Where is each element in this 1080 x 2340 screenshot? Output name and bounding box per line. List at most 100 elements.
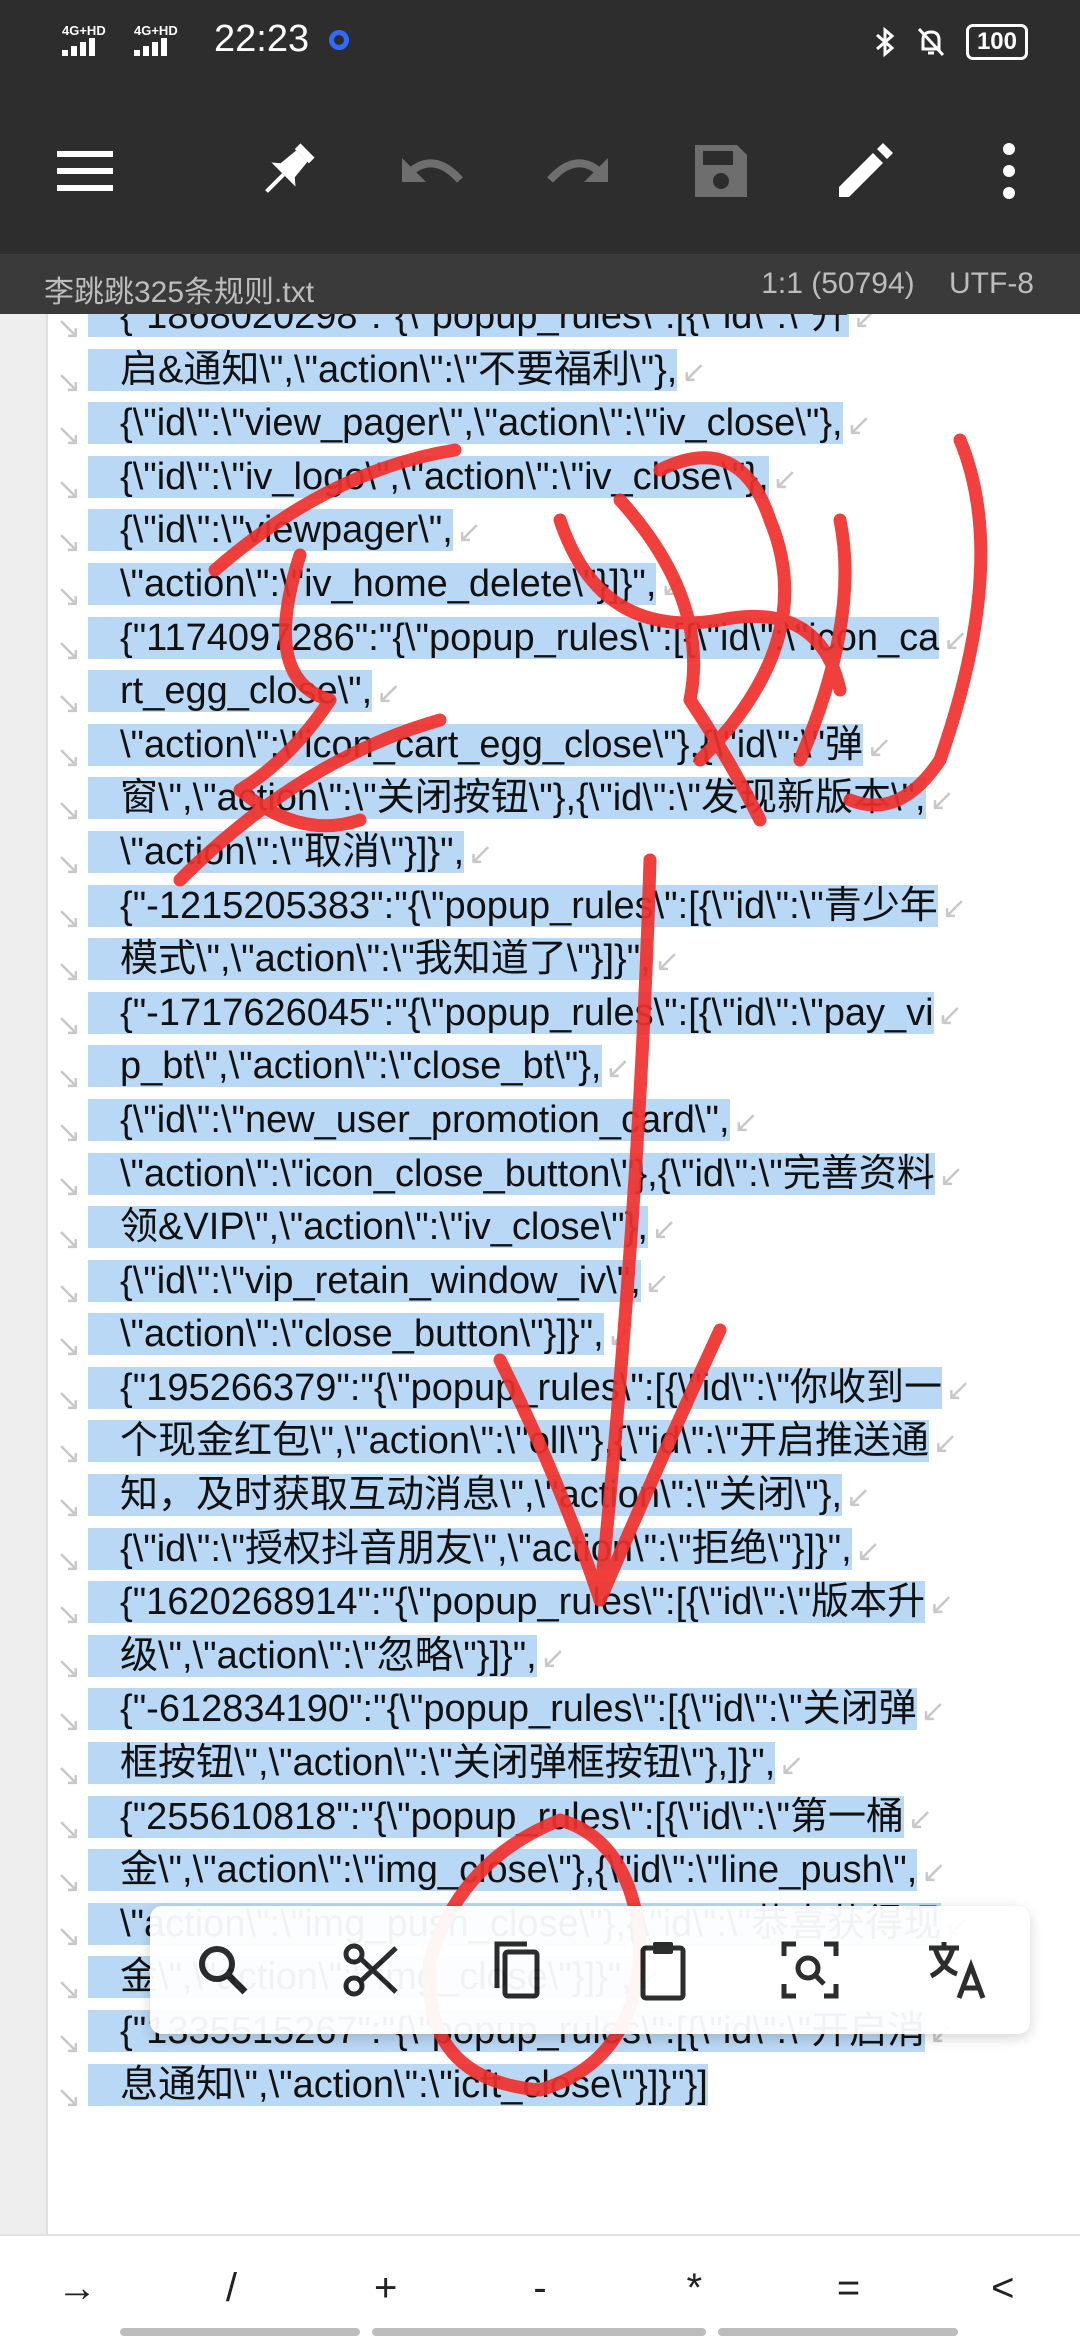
edit-button[interactable] <box>820 126 910 216</box>
symbol-key[interactable]: * <box>639 2266 749 2311</box>
line-text: {\"id\":\"vip_retain_window_iv\", <box>88 1259 641 1302</box>
line-text: 领&VIP\",\"action\":\"iv_close\"}, <box>88 1206 648 1249</box>
status-left: 4G+HD 4G+HD 22:23 <box>62 18 350 61</box>
cut-icon <box>343 1943 398 1997</box>
editor-line[interactable]: ↘ 领&VIP\",\"action\":\"iv_close\"}, ↙ <box>56 1201 1066 1256</box>
bluetooth-icon <box>875 26 895 58</box>
editor-line[interactable]: ↘ {\"id\":\"new_user_promotion_card\", ↙ <box>56 1094 1066 1149</box>
editor-line[interactable]: ↘ \"action\":\"icon_cart_egg_close\"},{\"… <box>56 719 1066 774</box>
editor-line[interactable]: ↘ {"-612834190":"{\"popup_rules\":[{\"id\… <box>56 1683 1066 1738</box>
editor-line[interactable]: ↘ \"action\":\"iv_home_delete\"}]}", ↙ <box>56 558 1066 613</box>
wrap-marker-icon: ↙ <box>654 945 680 979</box>
search-button[interactable] <box>183 1930 263 2010</box>
line-text: {\"id\":\"view_pager\",\"action\":\"iv_c… <box>88 402 843 445</box>
line-text: 息通知\",\"action\":\"icft_close\"}]}"}] <box>88 2063 708 2106</box>
editor-line[interactable]: ↘ {"255610818":"{\"popup_rules\":[{\"id\"… <box>56 1791 1066 1846</box>
wrap-marker-icon: ↘ <box>56 2080 82 2114</box>
redo-button[interactable] <box>532 126 622 216</box>
editor-line[interactable]: ↘ {\"id\":\"viewpager\", ↙ <box>56 504 1066 559</box>
editor-line[interactable]: ↘ {\"id\":\"iv_logo\",\"action\":\"iv_clo… <box>56 451 1066 506</box>
pin-button[interactable] <box>242 126 332 216</box>
wrap-marker-icon: ↙ <box>941 891 967 925</box>
line-text: 窗\",\"action\":\"关闭按钮\"},{\"id\":\"发现新版本… <box>88 777 926 820</box>
line-text: 框按钮\",\"action\":\"关闭弹框按钮\"},]}", <box>88 1742 776 1785</box>
line-text: \"action\":\"iv_home_delete\"}]}", <box>88 562 657 605</box>
line-text: {\"id\":\"new_user_promotion_card\", <box>88 1098 730 1141</box>
symbol-key[interactable]: → <box>22 2266 132 2311</box>
wrap-marker-icon: ↙ <box>943 623 969 657</box>
editor-line[interactable]: ↘ 息通知\",\"action\":\"icft_close\"}]}"}] <box>56 2059 1066 2114</box>
editor-line[interactable]: ↘ \"action\":\"取消\"}]}", ↙ <box>56 826 1066 881</box>
wrap-marker-icon: ↙ <box>605 1052 631 1086</box>
signal-bars-icon <box>62 37 120 56</box>
editor-line[interactable]: ↘ {"1868020298":"{\"popup_rules\":[{\"id\… <box>56 314 1066 345</box>
line-text: 个现金红包\",\"action\":\"oll\"},{\"id\":\"开启… <box>88 1420 929 1463</box>
symbol-key[interactable]: < <box>948 2266 1058 2311</box>
file-encoding[interactable]: UTF-8 <box>949 267 1034 300</box>
editor-line[interactable]: ↘ 级\",\"action\":\"忽略\"}]}", ↙ <box>56 1630 1066 1685</box>
symbol-key[interactable]: = <box>794 2266 904 2311</box>
editor-line[interactable]: ↘ {"1174097286":"{\"popup_rules\":[{\"id\… <box>56 612 1066 667</box>
symbol-key[interactable]: / <box>176 2266 286 2311</box>
editor-line[interactable]: ↘ p_bt\",\"action\":\"close_bt\"}, ↙ <box>56 1040 1066 1095</box>
editor-line[interactable]: ↘ rt_egg_close\", ↙ <box>56 665 1066 720</box>
editor-line[interactable]: ↘ 知，及时获取互动消息\",\"action\":\"关闭\"}, ↙ <box>56 1469 1066 1524</box>
undo-button[interactable] <box>388 126 478 216</box>
paste-button[interactable] <box>623 1930 703 2010</box>
line-text: {"-612834190":"{\"popup_rules\":[{\"id\"… <box>88 1688 917 1731</box>
search-icon <box>199 1946 248 1995</box>
editor-line[interactable]: ↘ {"1620268914":"{\"popup_rules\":[{\"id\… <box>56 1576 1066 1631</box>
editor-line[interactable]: ↘ {"195266379":"{\"popup_rules\":[{\"id\"… <box>56 1362 1066 1417</box>
copy-button[interactable] <box>477 1930 557 2010</box>
wrap-marker-icon: ↙ <box>846 1481 872 1515</box>
mute-bell-icon <box>917 27 945 57</box>
editor-line[interactable]: ↘ {"-1717626045":"{\"popup_rules\":[{\"id… <box>56 987 1066 1042</box>
line-text: 知，及时获取互动消息\",\"action\":\"关闭\"}, <box>88 1474 843 1517</box>
line-text: 启&通知\",\"action\":\"不要福利\"}, <box>88 348 678 391</box>
sim2-label: 4G+HD <box>134 22 178 38</box>
menu-button[interactable] <box>40 126 130 216</box>
line-text: {\"id\":\"iv_logo\",\"action\":\"iv_clos… <box>88 455 769 498</box>
editor-line[interactable]: ↘ {\"id\":\"vip_retain_window_iv\", ↙ <box>56 1255 1066 1310</box>
editor-line[interactable]: ↘ 模式\",\"action\":\"我知道了\"}]}", ↙ <box>56 933 1066 988</box>
editor-line[interactable]: ↘ {\"id\":\"view_pager\",\"action\":\"iv_… <box>56 397 1066 452</box>
editor-line[interactable]: ↘ 窗\",\"action\":\"关闭按钮\"},{\"id\":\"发现新版… <box>56 772 1066 827</box>
editor-line[interactable]: ↘ 金\",\"action\":\"img_close\"},{\"id\":\… <box>56 1844 1066 1899</box>
editor-line[interactable]: ↘ 框按钮\",\"action\":\"关闭弹框按钮\"},]}", ↙ <box>56 1737 1066 1792</box>
symbol-key[interactable]: + <box>331 2266 441 2311</box>
line-text: 金\",\"action\":\"img_close\"},{\"id\":\"… <box>88 1849 918 1892</box>
editor-line[interactable]: ↘ {"-1215205383":"{\"popup_rules\":[{\"id… <box>56 880 1066 935</box>
line-text: \"action\":\"close_button\"}]}", <box>88 1313 604 1356</box>
symbol-key-bar: → / + - * = < <box>0 2234 1080 2340</box>
line-text: 模式\",\"action\":\"我知道了\"}]}", <box>88 938 651 981</box>
editor-line[interactable]: ↘ 启&通知\",\"action\":\"不要福利\"}, ↙ <box>56 344 1066 399</box>
editor-lines[interactable]: ↘ {"1868020298":"{\"popup_rules\":[{\"id\… <box>56 314 1066 2114</box>
editor-line[interactable]: ↘ \"action\":\"icon_close_button\"},{\"id… <box>56 1148 1066 1203</box>
status-bar: 4G+HD 4G+HD 22:23 100 <box>0 0 1080 86</box>
line-text: \"action\":\"取消\"}]}", <box>88 830 465 873</box>
line-text: 级\",\"action\":\"忽略\"}]}", <box>88 1634 537 1677</box>
editor-line[interactable]: ↘ 个现金红包\",\"action\":\"oll\"},{\"id\":\"开… <box>56 1415 1066 1470</box>
line-text: {\"id\":\"授权抖音朋友\",\"action\":\"拒绝\"}]}"… <box>88 1527 852 1570</box>
line-text: {"1620268914":"{\"popup_rules\":[{\"id\"… <box>88 1581 926 1624</box>
more-icon <box>1003 143 1015 199</box>
image-search-button[interactable] <box>770 1930 850 2010</box>
battery-indicator: 100 <box>965 24 1028 60</box>
nav-pill <box>120 2328 360 2336</box>
line-text: {"195266379":"{\"popup_rules\":[{\"id\":… <box>88 1366 942 1409</box>
translate-button[interactable] <box>917 1930 997 2010</box>
menu-icon <box>57 151 113 191</box>
wrap-marker-icon: ↙ <box>607 1320 633 1354</box>
wrap-marker-icon: ↙ <box>468 837 494 871</box>
editor-line[interactable]: ↘ {\"id\":\"授权抖音朋友\",\"action\":\"拒绝\"}]}… <box>56 1523 1066 1578</box>
undo-icon <box>402 158 463 183</box>
cut-button[interactable] <box>330 1930 410 2010</box>
wrap-marker-icon: ↙ <box>772 462 798 496</box>
symbol-key[interactable]: - <box>485 2266 595 2311</box>
save-button[interactable] <box>676 126 766 216</box>
toolbar <box>0 86 1080 254</box>
clock: 22:23 <box>214 18 310 60</box>
wrap-marker-icon: ↙ <box>855 1534 881 1568</box>
more-button[interactable] <box>964 126 1054 216</box>
editor-line[interactable]: ↘ \"action\":\"close_button\"}]}", ↙ <box>56 1308 1066 1363</box>
